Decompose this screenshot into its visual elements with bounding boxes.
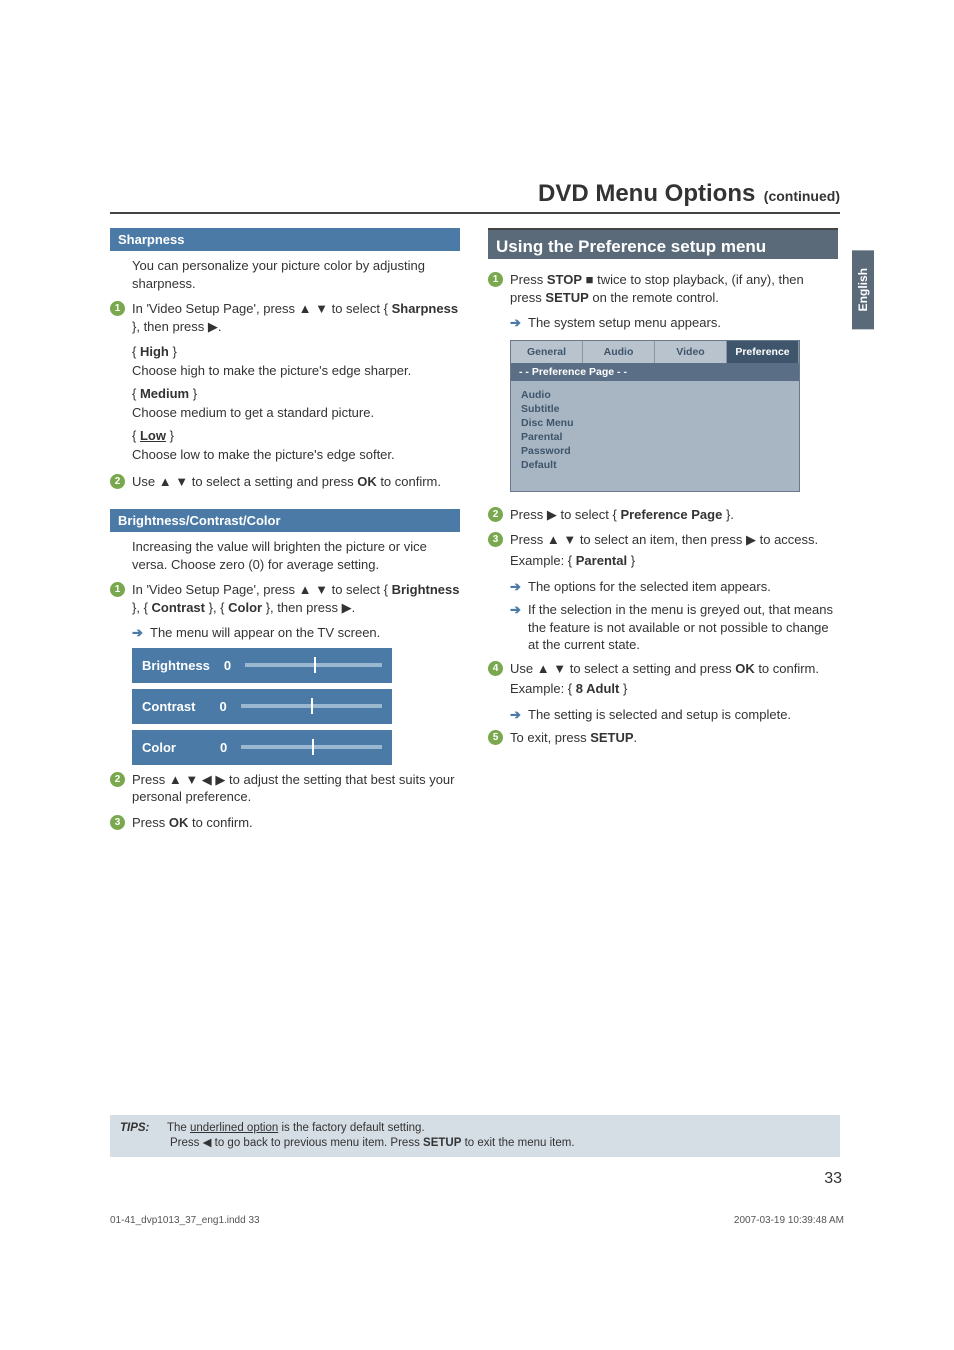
sharpness-options: { High } Choose high to make the picture… [132,343,460,463]
bcc-intro: Increasing the value will brighten the p… [132,538,460,573]
bcc-arrow-1: ➔ The menu will appear on the TV screen. [132,624,460,642]
osd-menu: General Audio Video Preference - - Prefe… [510,340,800,492]
sharpness-intro: You can personalize your picture color b… [132,257,460,292]
osd-item: Audio [521,389,789,401]
right-icon: ▶ [208,319,218,334]
step-badge-4: 4 [488,661,503,676]
osd-tab-video: Video [655,341,727,363]
osd-items: Audio Subtitle Disc Menu Parental Passwo… [511,381,799,491]
preference-section-title: Using the Preference setup menu [488,228,838,259]
osd-item: Subtitle [521,403,789,415]
bcc-step-1: 1 In 'Video Setup Page', press ▲ ▼ to se… [110,581,460,616]
bcc-step-3: 3 Press OK to confirm. [110,814,460,832]
right-icon: ▶ [746,532,756,547]
sharpness-step-2: 2 Use ▲ ▼ to select a setting and press … [110,473,460,491]
color-slider: Color 0 [132,730,392,765]
step-badge-3: 3 [110,815,125,830]
pref-step-1: 1 Press STOP ■ twice to stop playback, (… [488,271,838,306]
left-column: Sharpness You can personalize your pictu… [110,228,460,839]
step-badge-2: 2 [110,772,125,787]
footer-right: 2007-03-19 10:39:48 AM [734,1215,844,1226]
pref-arrow-1: ➔ The system setup menu appears. [510,314,838,332]
slider-track [241,745,382,749]
osd-tab-general: General [511,341,583,363]
page-number: 33 [824,1170,842,1188]
page-title: DVD Menu Options [538,180,755,207]
up-down-icon: ▲ ▼ [299,582,328,597]
osd-item: Parental [521,431,789,443]
step-badge-2: 2 [110,474,125,489]
step-badge-1: 1 [488,272,503,287]
osd-item: Default [521,459,789,471]
up-down-icon: ▲ ▼ [159,474,188,489]
slider-track [241,704,382,708]
language-tab: English [852,250,874,329]
bcc-bar: Brightness/Contrast/Color [110,509,460,532]
arrow-icon: ➔ [132,624,143,642]
contrast-slider: Contrast 0 [132,689,392,724]
step-badge-2: 2 [488,507,503,522]
step-badge-1: 1 [110,582,125,597]
sharpness-bar: Sharpness [110,228,460,251]
tips-label: TIPS: [120,1121,164,1136]
pref-step-2: 2 Press ▶ to select { Preference Page }. [488,506,838,524]
sharpness-step-1: 1 In 'Video Setup Page', press ▲ ▼ to se… [110,300,460,335]
right-icon: ▶ [342,600,352,615]
bcc-step-2: 2 Press ▲ ▼ ◀ ▶ to adjust the setting th… [110,771,460,806]
pref-step-3: 3 Press ▲ ▼ to select an item, then pres… [488,531,838,569]
arrow-icon: ➔ [510,706,521,724]
page-subtitle: (continued) [764,188,840,204]
osd-item: Password [521,445,789,457]
up-down-icon: ▲ ▼ [299,301,328,316]
right-icon: ▶ [547,507,557,522]
osd-item: Disc Menu [521,417,789,429]
pref-arrow-3a: ➔ The options for the selected item appe… [510,578,838,596]
up-down-icon: ▲ ▼ [537,661,566,676]
pref-arrow-4: ➔ The setting is selected and setup is c… [510,706,838,724]
step-badge-3: 3 [488,532,503,547]
page-header: DVD Menu Options (continued) [110,180,840,214]
arrow-icon: ➔ [510,314,521,332]
slider-track [245,663,382,667]
up-down-icon: ▲ ▼ [547,532,576,547]
footer-left: 01-41_dvp1013_37_eng1.indd 33 [110,1215,260,1226]
pref-step-5: 5 To exit, press SETUP. [488,729,838,747]
tips-box: TIPS: The underlined option is the facto… [110,1115,840,1157]
brightness-slider: Brightness 0 [132,648,392,683]
osd-tab-preference: Preference [727,341,799,363]
arrow-icon: ➔ [510,601,521,619]
arrow-icon: ➔ [510,578,521,596]
pref-arrow-3b: ➔ If the selection in the menu is greyed… [510,601,838,654]
osd-tab-audio: Audio [583,341,655,363]
page-content: DVD Menu Options (continued) Sharpness Y… [110,180,840,839]
step-badge-1: 1 [110,301,125,316]
right-column: Using the Preference setup menu 1 Press … [488,228,838,839]
step-badge-5: 5 [488,730,503,745]
udlr-icon: ▲ ▼ ◀ ▶ [169,772,226,787]
osd-page-label: - - Preference Page - - [511,363,799,381]
stop-icon: ■ [586,272,594,287]
pref-step-4: 4 Use ▲ ▼ to select a setting and press … [488,660,838,698]
